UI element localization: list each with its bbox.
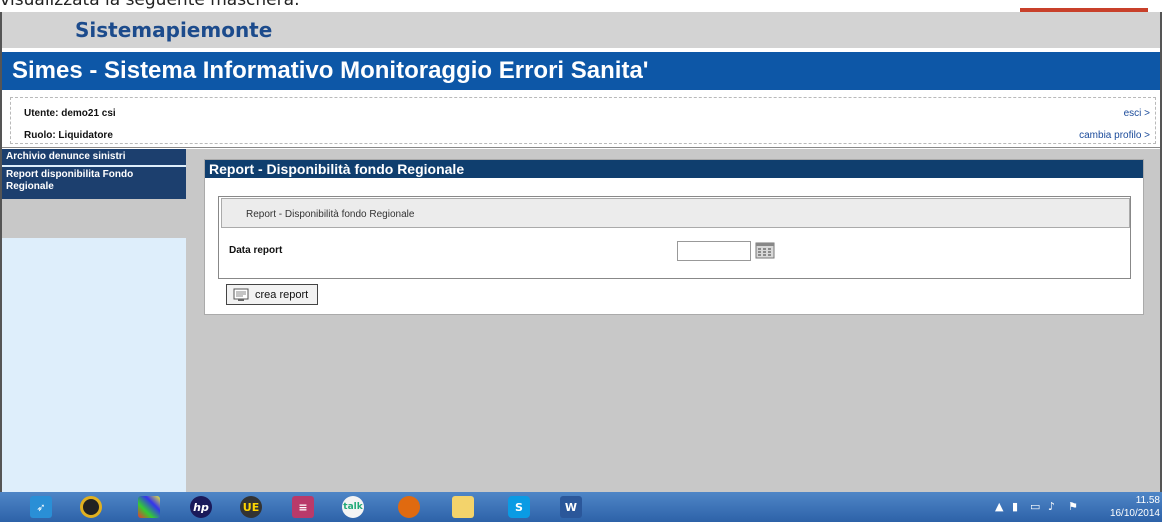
form-subheader: Report - Disponibilità fondo Regionale (221, 198, 1130, 228)
browser-window: Sistemapiemonte Simes - Sistema Informat… (0, 12, 1162, 492)
report-icon (233, 288, 249, 301)
data-report-label: Data report (229, 245, 283, 256)
db-icon[interactable]: ≡ (292, 496, 314, 518)
sidebar-item-report-fondo[interactable]: Report disponibilita Fondo Regionale (2, 167, 186, 199)
document-caption-text: visualizzata la seguente maschera: (0, 0, 300, 10)
puzzle-icon[interactable] (138, 496, 160, 518)
clock-time: 11.58 (1135, 495, 1160, 506)
data-report-input[interactable] (677, 241, 751, 261)
calendar-icon[interactable] (755, 241, 775, 259)
media-icon[interactable] (80, 496, 102, 518)
talk-icon[interactable]: talk (342, 496, 364, 518)
document-caption: visualizzata la seguente maschera: (0, 0, 1162, 12)
brand-logo-text[interactable]: Sistemapiemonte (75, 18, 272, 42)
windows-taskbar: ➶ hp UE ≡ talk S W ▲ ▮ ▭ ♪ ⚑ 11.58 16/10… (0, 492, 1162, 522)
main-content: Report - Disponibilità fondo Regionale R… (186, 149, 1160, 492)
utente-label: Utente: demo21 csi (24, 108, 116, 119)
rocket-icon[interactable]: ➶ (30, 496, 52, 518)
tray-flag-icon[interactable]: ⚑ (1068, 500, 1078, 513)
report-form: Report - Disponibilità fondo Regionale D… (218, 196, 1131, 279)
clock[interactable]: 11.58 16/10/2014 (1102, 494, 1160, 520)
clock-date: 16/10/2014 (1109, 508, 1160, 519)
panel-title: Report - Disponibilità fondo Regionale (205, 160, 1143, 178)
tray-network-icon[interactable]: ▮ (1012, 500, 1018, 513)
logout-link[interactable]: esci > (1124, 108, 1150, 119)
tray-display-icon[interactable]: ▭ (1030, 500, 1040, 513)
report-panel: Report - Disponibilità fondo Regionale R… (204, 159, 1144, 315)
ruolo-label: Ruolo: Liquidatore (24, 130, 113, 141)
user-info-box (10, 97, 1156, 144)
change-profile-link[interactable]: cambia profilo > (1079, 130, 1150, 141)
tray-arrow-icon[interactable]: ▲ (995, 500, 1003, 513)
firefox-icon[interactable] (398, 496, 420, 518)
folder-icon[interactable] (452, 496, 474, 518)
crea-report-label: crea report (255, 288, 309, 301)
app-title: Simes - Sistema Informativo Monitoraggio… (12, 57, 649, 84)
skype-icon[interactable]: S (508, 496, 530, 518)
word-icon[interactable]: W (560, 496, 582, 518)
crea-report-button[interactable]: crea report (226, 284, 318, 305)
hp-icon[interactable]: hp (190, 496, 212, 518)
tray-volume-icon[interactable]: ♪ (1048, 500, 1055, 513)
form-subheader-text: Report - Disponibilità fondo Regionale (246, 209, 415, 220)
user-info-panel: Utente: demo21 csi Ruolo: Liquidatore es… (2, 93, 1160, 148)
sidebar-item-archivio[interactable]: Archivio denunce sinistri (2, 149, 186, 165)
brand-bar: Sistemapiemonte (2, 12, 1160, 48)
app-title-bar: Simes - Sistema Informativo Monitoraggio… (2, 52, 1160, 90)
sidebar-spacer (2, 199, 186, 238)
sidebar: Archivio denunce sinistri Report disponi… (2, 149, 186, 492)
ue-icon[interactable]: UE (240, 496, 262, 518)
